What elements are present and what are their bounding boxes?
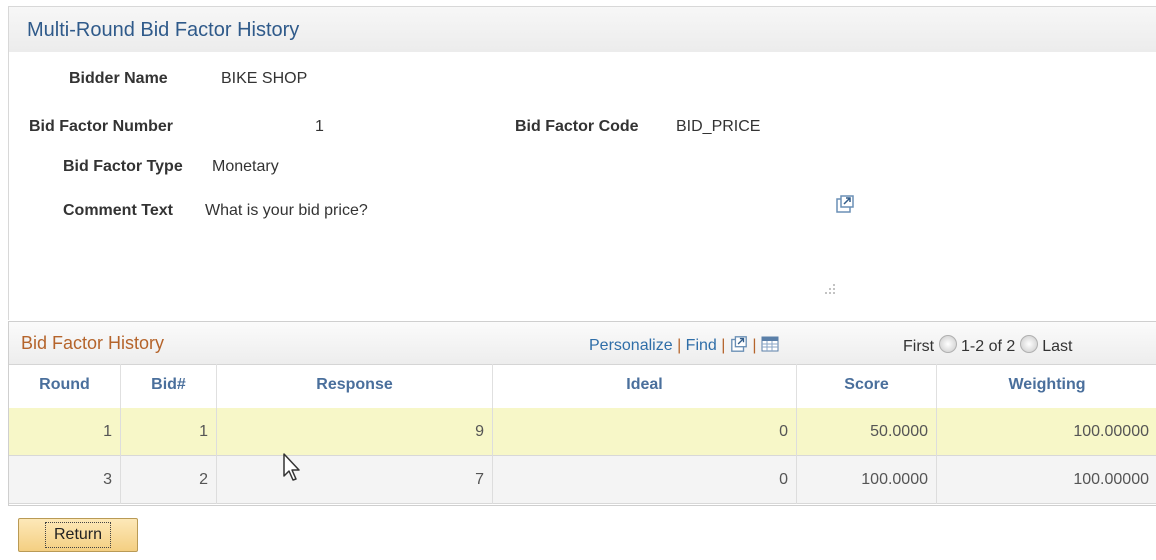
cell-score: 100.0000 [797, 456, 937, 504]
mouse-pointer-icon [283, 453, 300, 481]
bidder-name-label: Bidder Name [69, 70, 168, 87]
expand-window-icon[interactable] [835, 194, 855, 214]
column-header-response[interactable]: Response [217, 364, 493, 408]
table-row[interactable]: 3 2 7 0 100.0000 100.00000 [9, 456, 1156, 504]
column-header-score[interactable]: Score [797, 364, 937, 408]
page-title: Multi-Round Bid Factor History [27, 19, 300, 41]
cell-bid: 2 [121, 456, 217, 504]
comment-text-value: What is your bid price? [205, 202, 368, 219]
cell-score: 50.0000 [797, 408, 937, 456]
cell-bid: 1 [121, 408, 217, 456]
column-header-round[interactable]: Round [9, 364, 121, 408]
grid-toolbar: Personalize | Find | | [589, 335, 779, 355]
view-all-icon[interactable] [730, 335, 748, 353]
table-row[interactable]: 1 1 9 0 50.0000 100.00000 [9, 408, 1156, 456]
find-link[interactable]: Find [686, 337, 717, 354]
toolbar-separator: | [721, 337, 726, 354]
row-range: 1-2 of 2 [961, 338, 1016, 355]
bidder-name-value: BIKE SHOP [221, 70, 308, 87]
cell-response: 7 [217, 456, 493, 504]
return-button-label: Return [44, 522, 112, 548]
grid-column-headers: Round Bid# Response Ideal Score Weightin… [9, 364, 1156, 409]
grid-title: Bid Factor History [21, 333, 165, 353]
bid-factor-form: Bidder Name BIKE SHOP Bid Factor Number … [8, 52, 1156, 320]
page-title-bar: Multi-Round Bid Factor History [8, 6, 1156, 52]
column-header-weighting[interactable]: Weighting [937, 364, 1156, 408]
download-spreadsheet-icon[interactable] [761, 336, 779, 352]
column-header-ideal[interactable]: Ideal [493, 364, 797, 408]
personalize-link[interactable]: Personalize [589, 337, 673, 354]
bid-factor-number-label: Bid Factor Number [29, 118, 174, 135]
toolbar-separator: | [677, 337, 682, 354]
bid-factor-history-grid: Bid Factor History Personalize | Find | … [8, 321, 1156, 506]
bid-factor-code-value: BID_PRICE [676, 118, 761, 135]
toolbar-separator: | [752, 337, 757, 354]
cell-response: 9 [217, 408, 493, 456]
cell-ideal: 0 [493, 408, 797, 456]
resize-grip-icon[interactable] [821, 282, 837, 298]
grid-pagination: First 1-2 of 2 Last [903, 335, 1072, 356]
grid-header: Bid Factor History Personalize | Find | … [9, 322, 1156, 365]
bid-factor-type-value: Monetary [212, 158, 279, 175]
cell-ideal: 0 [493, 456, 797, 504]
first-label[interactable]: First [903, 338, 934, 355]
bid-factor-type-label: Bid Factor Type [63, 158, 183, 175]
bid-factor-number-value: 1 [315, 118, 324, 135]
previous-arrow-icon[interactable] [938, 335, 957, 353]
next-arrow-icon[interactable] [1019, 335, 1038, 353]
cell-weighting: 100.00000 [1073, 423, 1149, 440]
cell-weighting: 100.00000 [1073, 471, 1149, 488]
cell-round: 3 [9, 456, 121, 504]
bid-factor-code-label: Bid Factor Code [515, 118, 639, 135]
return-button[interactable]: Return [18, 518, 138, 552]
cell-round: 1 [9, 408, 121, 456]
comment-text-label: Comment Text [63, 202, 173, 219]
column-header-bid[interactable]: Bid# [121, 364, 217, 408]
last-label[interactable]: Last [1042, 338, 1072, 355]
